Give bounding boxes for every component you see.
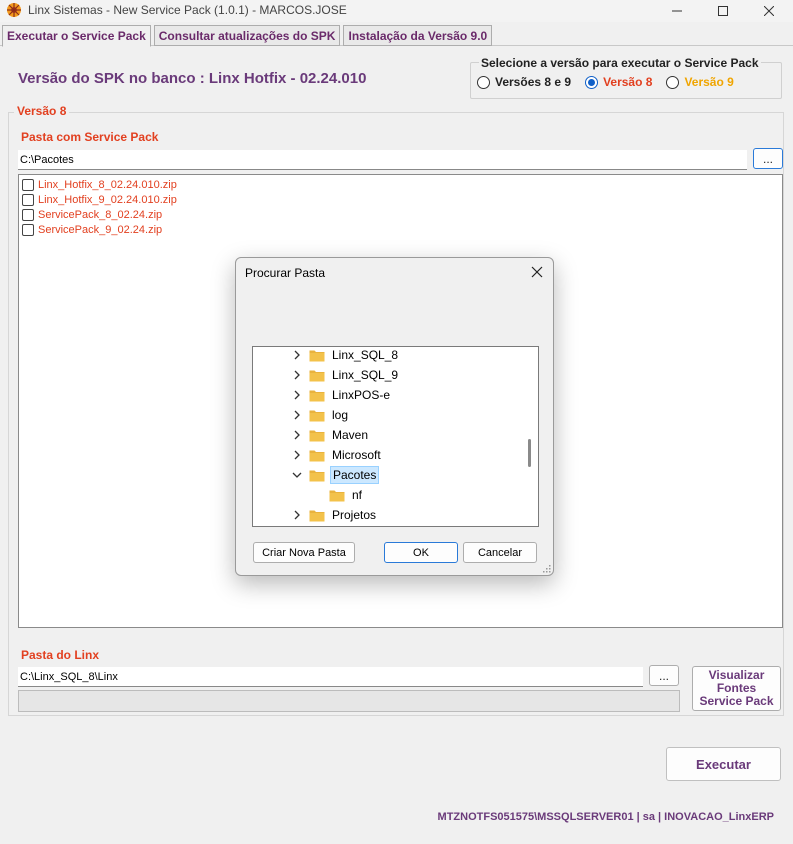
close-button[interactable] — [746, 0, 792, 22]
service-pack-folder-input[interactable] — [18, 150, 747, 170]
linx-folder-label: Pasta do Linx — [21, 648, 100, 662]
radio-circle — [585, 75, 599, 89]
version-selector: Selecione a versão para executar o Servi… — [470, 56, 782, 99]
tree-item-label: log — [332, 408, 349, 422]
tree-item[interactable]: Projetos — [291, 505, 378, 525]
window-title: Linx Sistemas - New Service Pack (1.0.1)… — [28, 3, 347, 17]
list-item[interactable]: ServicePack_9_02.24.zip — [19, 222, 782, 237]
radio-versoes-8-e-9[interactable]: Versões 8 e 9 — [477, 75, 571, 89]
list-item[interactable]: Linx_Hotfix_8_02.24.010.zip — [19, 177, 782, 192]
file-name: Linx_Hotfix_9_02.24.010.zip — [38, 193, 177, 206]
version-selector-title: Selecione a versão para executar o Servi… — [479, 56, 761, 70]
chevron-right-icon[interactable] — [291, 409, 303, 421]
tab-consultar[interactable]: Consultar atualizações do SPK — [153, 25, 341, 46]
minimize-button[interactable] — [654, 0, 700, 22]
radio-label: Versão 9 — [684, 75, 734, 89]
radio-versao-8[interactable]: Versão 8 — [585, 75, 652, 89]
list-item[interactable]: ServicePack_8_02.24.zip — [19, 207, 782, 222]
tab-executar[interactable]: Executar o Service Pack — [2, 25, 151, 47]
tree-item[interactable]: Microsoft — [291, 445, 383, 465]
maximize-button[interactable] — [700, 0, 746, 22]
tree-item-label: Maven — [332, 428, 369, 442]
maximize-icon — [718, 6, 728, 16]
file-checkbox[interactable] — [22, 193, 34, 206]
new-folder-label: Criar Nova Pasta — [262, 546, 346, 559]
chevron-right-icon[interactable] — [291, 449, 303, 461]
tree-item[interactable]: Pacotes — [291, 465, 380, 485]
tree-item-label: Projetos — [332, 508, 377, 522]
new-folder-button[interactable]: Criar Nova Pasta — [253, 542, 355, 563]
minimize-icon — [672, 10, 682, 12]
ok-button[interactable]: OK — [384, 542, 458, 563]
tree-item[interactable]: log — [291, 405, 350, 425]
chevron-down-icon[interactable] — [291, 469, 303, 481]
file-checkbox[interactable] — [22, 178, 34, 191]
tree-item-label: nf — [352, 488, 363, 502]
tree-item-label: LinxPOS-e — [332, 388, 391, 402]
folder-icon — [309, 470, 325, 481]
linx-folder-input[interactable] — [18, 667, 643, 687]
file-name: ServicePack_9_02.24.zip — [38, 223, 163, 236]
chevron-right-icon[interactable] — [291, 429, 303, 441]
browse-folder-dialog: Procurar Pasta Linx_SQL_8 Linx_SQL_9 LinxP… — [235, 257, 554, 576]
radio-circle — [666, 75, 680, 89]
app-logo-icon — [7, 3, 21, 17]
tree-item[interactable]: Linx_SQL_8 — [291, 347, 400, 365]
progress-bar — [18, 690, 680, 712]
folder-icon — [309, 430, 325, 441]
list-item[interactable]: Linx_Hotfix_9_02.24.010.zip — [19, 192, 782, 207]
folder-icon — [309, 350, 325, 361]
title-bar: Linx Sistemas - New Service Pack (1.0.1)… — [0, 0, 793, 22]
chevron-right-icon[interactable] — [291, 369, 303, 381]
tree-item-label: Pacotes — [330, 466, 380, 484]
dialog-close-icon[interactable] — [529, 264, 545, 280]
file-checkbox[interactable] — [22, 208, 34, 221]
file-name: ServicePack_8_02.24.zip — [38, 208, 163, 221]
folder-tree[interactable]: Linx_SQL_8 Linx_SQL_9 LinxPOS-e log Maven Mic… — [252, 346, 539, 527]
tree-item-label: Linx_SQL_8 — [332, 348, 399, 362]
file-name: Linx_Hotfix_8_02.24.010.zip — [38, 178, 177, 191]
file-checkbox[interactable] — [22, 223, 34, 236]
radio-label: Versões 8 e 9 — [495, 75, 572, 89]
chevron-right-icon[interactable] — [291, 349, 303, 361]
folder-icon — [309, 390, 325, 401]
scroll-thumb[interactable] — [528, 439, 531, 467]
spk-version-label: Versão do SPK no banco : Linx Hotfix - 0… — [18, 70, 367, 87]
folder-icon — [309, 410, 325, 421]
radio-label: Versão 8 — [603, 75, 653, 89]
folder-icon — [329, 490, 345, 501]
tree-item[interactable]: nf — [311, 485, 364, 505]
tree-item-label: Microsoft — [332, 448, 381, 462]
close-icon — [764, 6, 774, 16]
folder-icon — [309, 370, 325, 381]
execute-button[interactable]: Executar — [666, 747, 781, 781]
folder-icon — [309, 510, 325, 521]
dialog-title: Procurar Pasta — [245, 266, 326, 280]
resize-grip-icon[interactable] — [541, 563, 551, 573]
tab-instalacao[interactable]: Instalação da Versão 9.0 — [343, 25, 493, 46]
tree-item[interactable]: LinxPOS-e — [291, 385, 392, 405]
radio-versao-9[interactable]: Versão 9 — [666, 75, 734, 89]
cancel-button[interactable]: Cancelar — [463, 542, 537, 563]
connection-status: MTZNOTFS051575\MSSQLSERVER01 | sa | INOV… — [437, 811, 774, 823]
radio-circle — [477, 75, 490, 89]
folder-icon — [309, 450, 325, 461]
group-title: Versão 8 — [14, 104, 70, 118]
browse-service-pack-button[interactable]: ... — [753, 148, 783, 169]
chevron-right-icon[interactable] — [291, 509, 303, 521]
tree-item[interactable]: Maven — [291, 425, 370, 445]
browse-linx-folder-button[interactable]: ... — [649, 665, 679, 686]
chevron-right-icon[interactable] — [291, 389, 303, 401]
view-sources-button[interactable]: Visualizar Fontes Service Pack — [692, 666, 781, 711]
service-pack-folder-label: Pasta com Service Pack — [21, 130, 159, 144]
tree-scrollbar[interactable] — [522, 347, 538, 526]
tree-item-label: Linx_SQL_9 — [332, 368, 399, 382]
tab-strip: Executar o Service Pack Consultar atuali… — [0, 25, 493, 47]
tree-item[interactable]: Linx_SQL_9 — [291, 365, 400, 385]
